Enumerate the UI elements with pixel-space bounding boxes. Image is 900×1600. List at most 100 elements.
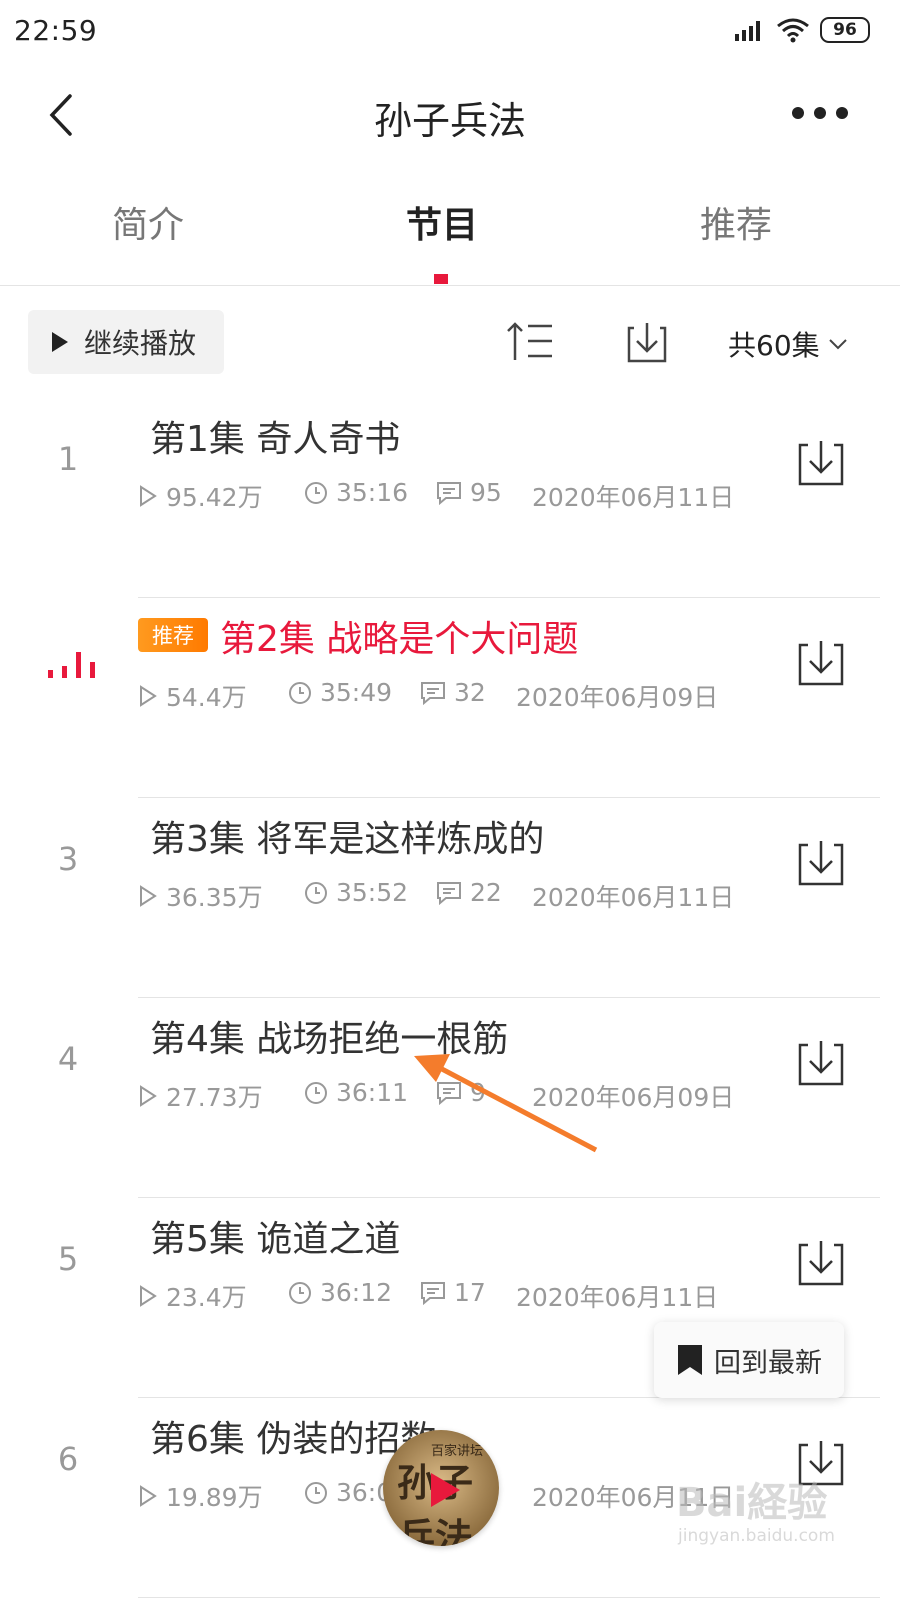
duration: 35:16 bbox=[304, 478, 408, 507]
clock-icon bbox=[305, 1481, 327, 1504]
back-to-latest-button[interactable]: 回到最新 bbox=[654, 1322, 844, 1398]
clock-icon bbox=[289, 1281, 311, 1304]
clock-icon bbox=[305, 881, 327, 904]
plays-icon bbox=[140, 485, 157, 507]
episode-title[interactable]: 第5集 诡道之道 bbox=[150, 1210, 400, 1262]
bookmark-icon bbox=[678, 1345, 702, 1375]
plays-count: 54.4万 bbox=[138, 678, 247, 714]
download-button[interactable] bbox=[796, 1238, 846, 1292]
comments-value: 17 bbox=[454, 1278, 486, 1307]
mini-player[interactable]: 百家讲坛 孙子兵法 bbox=[383, 1430, 499, 1546]
episode-number: 5 bbox=[57, 1240, 79, 1278]
download-icon[interactable] bbox=[796, 438, 846, 488]
duration-value: 35:49 bbox=[320, 678, 393, 707]
episode-row[interactable]: 4 第4集 战场拒绝一根筋 27.73万 36:11 9 2020年06月09日 bbox=[0, 998, 900, 1198]
episode-row[interactable]: 3 第3集 将军是这样炼成的 36.35万 35:52 22 2020年06月11日 bbox=[0, 798, 900, 998]
episode-title[interactable]: 第2集 战略是个大问题 bbox=[220, 610, 578, 662]
comments-count: 22 bbox=[436, 878, 502, 907]
episode-title[interactable]: 第1集 奇人奇书 bbox=[150, 410, 400, 462]
plays-count: 36.35万 bbox=[138, 878, 263, 914]
duration-value: 36:11 bbox=[336, 1078, 409, 1107]
plays-value: 27.73万 bbox=[166, 1083, 263, 1112]
status-time: 22:59 bbox=[14, 14, 98, 47]
download-button[interactable] bbox=[796, 438, 846, 492]
comments-value: 95 bbox=[470, 478, 502, 507]
tab-intro[interactable]: 简介 bbox=[68, 196, 228, 248]
download-icon[interactable] bbox=[796, 1238, 846, 1288]
battery-level: 96 bbox=[833, 20, 857, 40]
plays-icon bbox=[140, 885, 157, 907]
download-button[interactable] bbox=[796, 838, 846, 892]
episode-number: 1 bbox=[57, 440, 79, 478]
download-icon[interactable] bbox=[796, 838, 846, 888]
baidu-watermark: Bai経验 jingyan.baidu.com bbox=[672, 1470, 862, 1560]
episode-number: 3 bbox=[57, 840, 79, 878]
duration-value: 35:52 bbox=[336, 878, 409, 907]
wifi-icon bbox=[777, 18, 809, 43]
tab-active-indicator bbox=[434, 274, 448, 284]
watermark-url: jingyan.baidu.com bbox=[678, 1526, 835, 1546]
episode-count-selector[interactable]: 共60集 bbox=[728, 324, 848, 364]
clock-icon bbox=[305, 1081, 327, 1104]
plays-count: 19.89万 bbox=[138, 1478, 263, 1514]
plays-icon bbox=[140, 1085, 157, 1107]
plays-value: 36.35万 bbox=[166, 883, 263, 912]
publish-date: 2020年06月09日 bbox=[532, 1083, 735, 1112]
download-button[interactable] bbox=[796, 638, 846, 692]
now-playing-icon bbox=[48, 652, 95, 678]
publish-date: 2020年06月09日 bbox=[516, 683, 719, 712]
episode-number: 4 bbox=[57, 1040, 79, 1078]
divider bbox=[138, 1597, 880, 1598]
episode-count-label: 共60集 bbox=[728, 329, 820, 362]
comments-count: 9 bbox=[436, 1078, 486, 1107]
episode-toolbar: 继续播放 共60集 bbox=[0, 308, 900, 378]
play-icon[interactable] bbox=[427, 1470, 463, 1510]
comment-icon bbox=[437, 881, 461, 905]
batch-download-icon[interactable] bbox=[624, 320, 670, 366]
continue-play-button[interactable]: 继续播放 bbox=[28, 310, 224, 374]
clock-icon bbox=[289, 681, 311, 704]
duration-value: 35:16 bbox=[336, 478, 409, 507]
plays-value: 19.89万 bbox=[166, 1483, 263, 1512]
page-title: 孙子兵法 bbox=[373, 99, 526, 143]
more-dots-icon[interactable] bbox=[790, 98, 850, 128]
publish-date: 2020年06月11日 bbox=[516, 1283, 719, 1312]
plays-value: 23.4万 bbox=[166, 1283, 247, 1312]
comments-count: 32 bbox=[420, 678, 486, 707]
download-icon[interactable] bbox=[796, 1038, 846, 1088]
episode-number: 6 bbox=[57, 1440, 79, 1478]
plays-count: 95.42万 bbox=[138, 478, 263, 514]
plays-value: 95.42万 bbox=[166, 483, 263, 512]
episode-row[interactable]: 推荐 第2集 战略是个大问题 54.4万 35:49 32 2020年06月09日 bbox=[0, 598, 900, 798]
comment-icon bbox=[437, 481, 461, 505]
episode-title[interactable]: 第4集 战场拒绝一根筋 bbox=[150, 1010, 508, 1062]
duration: 35:52 bbox=[304, 878, 408, 907]
continue-play-label: 继续播放 bbox=[84, 327, 197, 360]
chevron-down-icon bbox=[828, 339, 847, 350]
comments-value: 9 bbox=[470, 1078, 486, 1107]
battery-indicator: 96 bbox=[820, 17, 870, 43]
back-to-latest-label: 回到最新 bbox=[714, 1347, 822, 1379]
duration-value: 36:12 bbox=[320, 1278, 393, 1307]
plays-icon bbox=[140, 1485, 157, 1507]
episode-row[interactable]: 1 第1集 奇人奇书 95.42万 35:16 95 2020年06月11日 bbox=[0, 398, 900, 598]
episode-title[interactable]: 第3集 将军是这样炼成的 bbox=[150, 810, 544, 862]
comment-icon bbox=[421, 681, 445, 705]
tab-programs[interactable]: 节目 bbox=[362, 196, 522, 248]
watermark-logo: Bai経验 bbox=[676, 1480, 828, 1526]
duration: 36:11 bbox=[304, 1078, 408, 1107]
comments-value: 22 bbox=[470, 878, 502, 907]
download-button[interactable] bbox=[796, 1038, 846, 1092]
comment-icon bbox=[437, 1081, 461, 1105]
plays-icon bbox=[140, 1285, 157, 1307]
recommend-badge: 推荐 bbox=[138, 618, 208, 652]
tab-recommend[interactable]: 推荐 bbox=[656, 196, 816, 248]
status-bar: 22:59 96 bbox=[0, 0, 900, 60]
comments-value: 32 bbox=[454, 678, 486, 707]
sort-order-icon[interactable] bbox=[506, 320, 554, 364]
publish-date: 2020年06月11日 bbox=[532, 883, 735, 912]
tab-bar: 简介 节目 推荐 bbox=[0, 180, 900, 286]
comments-count: 95 bbox=[436, 478, 502, 507]
duration: 36:0 bbox=[304, 1478, 392, 1507]
download-icon[interactable] bbox=[796, 638, 846, 688]
